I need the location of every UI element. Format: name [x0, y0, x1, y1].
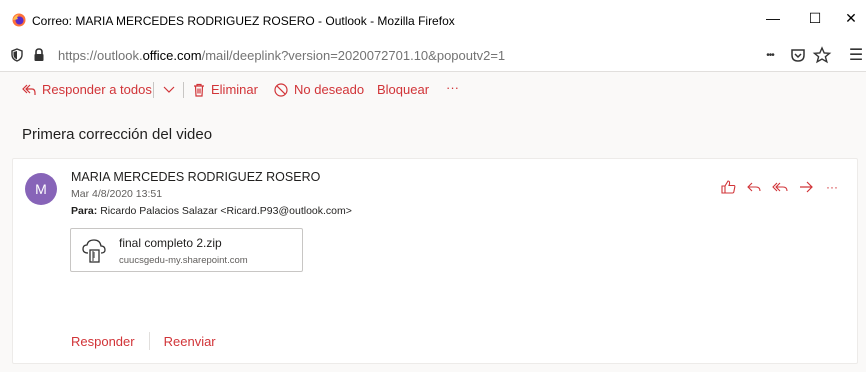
forward-button[interactable] [793, 177, 819, 197]
forward-arrow-icon [800, 181, 813, 193]
message-card: M MARIA MERCEDES RODRIGUEZ ROSERO Mar 4/… [12, 158, 858, 364]
attachment-name: final completo 2.zip [119, 236, 222, 250]
url-prefix: https://outlook. [58, 48, 143, 63]
more-commands-label: ··· [446, 80, 459, 95]
reply-all-message-button[interactable] [767, 177, 793, 197]
trash-icon [194, 83, 204, 97]
thumbs-up-icon [720, 180, 735, 194]
reply-all-button[interactable]: Responder a todos [22, 82, 152, 97]
reply-icon [747, 182, 761, 192]
junk-label: No deseado [294, 82, 365, 97]
reply-button[interactable] [741, 177, 767, 197]
junk-button[interactable]: No deseado [274, 82, 364, 97]
message-subject: Primera corrección del video [22, 126, 213, 143]
to-label: Para: [71, 205, 98, 217]
command-bar: Responder a todos Eliminar No deseado Bl… [0, 72, 866, 108]
minimize-button[interactable]: — [758, 6, 788, 30]
pocket-icon[interactable] [788, 46, 808, 64]
maximize-button[interactable]: ☐ [800, 6, 830, 30]
window-title: Correo: MARIA MERCEDES RODRIGUEZ ROSERO … [32, 14, 455, 28]
url-path: /mail/deeplink?version=2020072701.10&pop… [201, 48, 506, 63]
delete-label: Eliminar [211, 82, 258, 97]
chevron-down-icon [163, 86, 175, 93]
url-domain: office.com [142, 48, 202, 63]
window-titlebar: Correo: MARIA MERCEDES RODRIGUEZ ROSERO … [0, 0, 866, 38]
attachment-source: cuucsgedu-my.sharepoint.com [119, 255, 248, 266]
block-circle-icon [274, 82, 288, 97]
delete-button[interactable]: Eliminar [193, 82, 258, 97]
quick-reply-bar: Responder Reenviar [71, 332, 216, 350]
close-window-button[interactable]: ✕ [836, 6, 866, 30]
browser-menu-button[interactable]: ☰ [846, 46, 866, 64]
reply-all-label: Responder a todos [42, 82, 152, 97]
more-actions-button[interactable]: ··· [819, 177, 845, 197]
url-field[interactable]: https://outlook.office.com/mail/deeplink… [58, 48, 505, 63]
sender-name[interactable]: MARIA MERCEDES RODRIGUEZ ROSERO [71, 170, 320, 184]
firefox-icon [12, 13, 26, 27]
lock-icon[interactable] [32, 47, 46, 63]
reply-divider [148, 332, 150, 350]
address-bar[interactable]: https://outlook.office.com/mail/deeplink… [0, 38, 866, 72]
avatar[interactable]: M [25, 173, 57, 205]
block-label: Bloquear [377, 82, 430, 97]
page-actions-button[interactable]: ••• [760, 46, 780, 64]
block-button[interactable]: Bloquear [377, 82, 429, 97]
recipients: Para: Ricardo Palacios Salazar <Ricard.P… [71, 205, 352, 217]
shield-icon[interactable] [10, 48, 24, 62]
reply-all-icon [772, 182, 788, 192]
toolbar-divider [183, 82, 184, 98]
bookmark-star-icon[interactable] [812, 46, 832, 64]
reply-link[interactable]: Responder [71, 334, 135, 349]
attachment-card[interactable]: final completo 2.zip cuucsgedu-my.sharep… [70, 228, 303, 272]
message-actions: ··· [715, 177, 845, 197]
cloud-file-icon [82, 239, 106, 263]
toolbar-divider [153, 82, 154, 98]
message-date: Mar 4/8/2020 13:51 [71, 188, 163, 200]
forward-link[interactable]: Reenviar [164, 334, 216, 349]
reply-all-icon [22, 84, 36, 95]
reply-options-dropdown[interactable] [163, 84, 181, 94]
like-button[interactable] [715, 177, 741, 197]
more-commands-button[interactable]: ··· [446, 80, 459, 95]
to-value[interactable]: Ricardo Palacios Salazar <Ricard.P93@out… [100, 205, 352, 217]
